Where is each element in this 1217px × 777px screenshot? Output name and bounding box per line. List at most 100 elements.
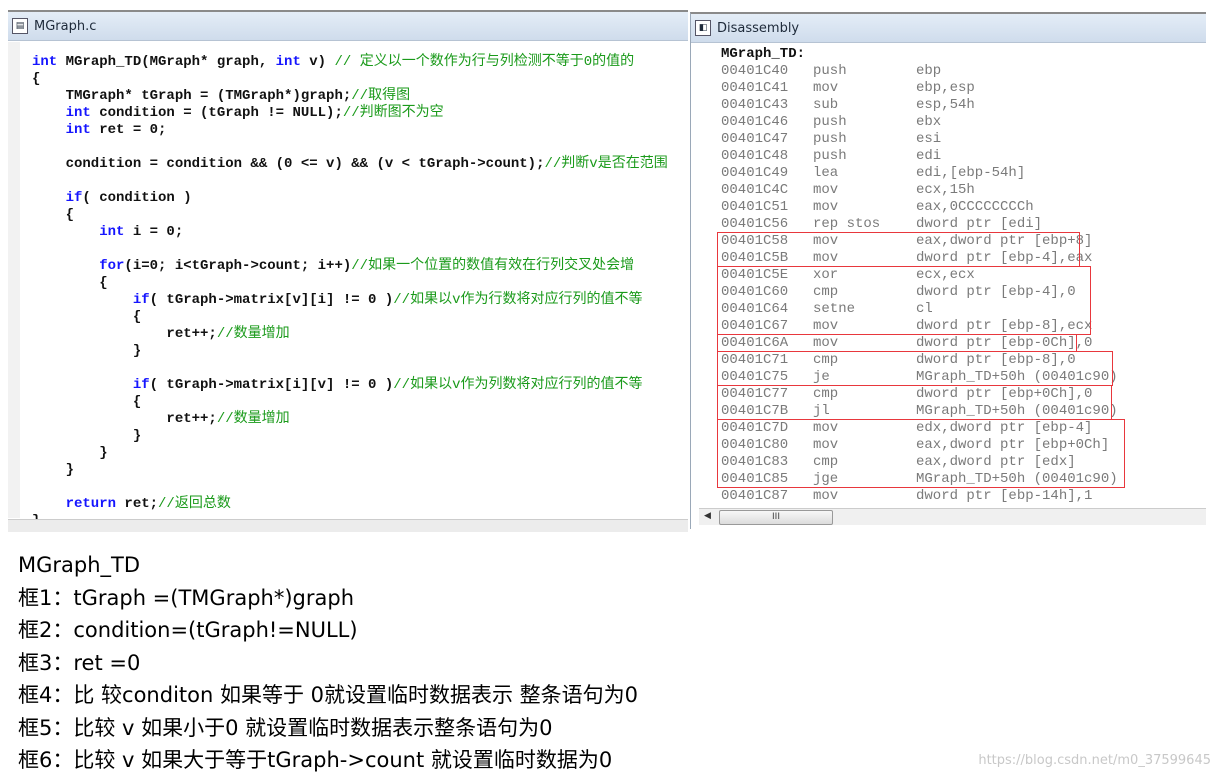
disassembly-window-icon: ◧ — [695, 20, 711, 36]
code-text: { — [32, 71, 41, 87]
comment: //取得图 — [351, 88, 411, 104]
asm-address: 00401C87 — [721, 488, 789, 504]
watermark: https://blog.csdn.net/m0_37599645 — [978, 753, 1211, 768]
asm-mnemonic: push — [813, 63, 847, 79]
code-text: TMGraph* tGraph = (TMGraph*)graph; — [32, 88, 352, 104]
asm-mnemonic: rep stos — [813, 216, 881, 232]
highlight-box — [717, 266, 1091, 335]
asm-operands: dword ptr [edi] — [916, 216, 1043, 232]
asm-line: 00401C87 mov dword ptr [ebp-14h],1 — [721, 488, 1092, 505]
explanation-notes: MGraph_TD 框1：tGraph =(TMGraph*)graph 框2：co… — [18, 549, 638, 777]
code-text: v) — [309, 54, 335, 70]
function-label: MGraph_TD: — [721, 46, 806, 62]
code-text: } — [32, 343, 142, 359]
code-line: int ret = 0; — [32, 122, 668, 139]
code-text: { — [32, 275, 108, 291]
asm-operands: esi — [916, 131, 942, 147]
highlight-box — [717, 334, 1077, 352]
code-line: int i = 0; — [32, 224, 668, 241]
scroll-left-arrow-icon[interactable]: ◀ — [704, 511, 711, 521]
keyword: if — [32, 292, 150, 308]
note-line: 框1：tGraph =(TMGraph*)graph — [18, 585, 354, 610]
comment: // 定义以一个数作为行与列检测不等于0的值的 — [334, 54, 635, 70]
comment: //如果以v作为行数将对应行列的值不等 — [393, 292, 643, 308]
code-text: ret = 0; — [99, 122, 167, 138]
asm-operands: ecx,15h — [916, 182, 975, 198]
code-text: ( condition ) — [82, 190, 192, 206]
code-text: { — [32, 309, 142, 325]
comment: //数量增加 — [216, 411, 290, 427]
asm-line: 00401C49 lea edi,[ebp-54h] — [721, 165, 1025, 182]
asm-mnemonic: mov — [813, 488, 839, 504]
asm-line: 00401C51 mov eax,0CCCCCCCCh — [721, 199, 1034, 216]
code-text: ret; — [124, 496, 159, 512]
editor-horizontal-scrollbar[interactable] — [8, 519, 688, 532]
file-icon: ▤ — [12, 18, 28, 34]
asm-address: 00401C4C — [721, 182, 789, 198]
disassembly-title: Disassembly — [717, 20, 800, 36]
keyword: return — [32, 496, 125, 512]
asm-operands: ebp — [916, 63, 942, 79]
asm-line: 00401C48 push edi — [721, 148, 941, 165]
editor-gutter — [8, 42, 20, 518]
highlight-box — [717, 385, 1112, 420]
note-line: 框5：比较 v 如果小于0 就设置临时数据表示整条语句为0 — [18, 715, 553, 740]
highlight-box — [717, 419, 1125, 488]
asm-line: 00401C4C mov ecx,15h — [721, 182, 975, 199]
asm-operands: edi — [916, 148, 942, 164]
code-line: int condition = (tGraph != NULL);//判断图不为… — [32, 105, 668, 122]
code-line: { — [32, 71, 668, 88]
code-text: condition = (tGraph != NULL); — [99, 105, 343, 121]
highlight-box — [717, 351, 1113, 386]
keyword: int — [275, 54, 310, 70]
comment: //判断图不为空 — [342, 105, 444, 121]
asm-mnemonic: lea — [813, 165, 839, 181]
asm-address: 00401C51 — [721, 199, 789, 215]
source-editor-titlebar: ▤ MGraph.c — [8, 12, 688, 41]
code-text: condition = condition && (0 <= v) && (v … — [32, 156, 545, 172]
code-line: { — [32, 207, 668, 224]
note-line: 框3：ret =0 — [18, 650, 141, 675]
source-editor-title: MGraph.c — [34, 18, 97, 34]
code-text: i = 0; — [132, 224, 184, 240]
scrollbar-thumb[interactable]: III — [719, 510, 833, 525]
code-text: (i=0; i<tGraph->count; i++) — [124, 258, 352, 274]
asm-mnemonic: push — [813, 114, 847, 130]
asm-line: 00401C41 mov ebp,esp — [721, 80, 975, 97]
code-line: return ret;//返回总数 — [32, 496, 668, 513]
note-line: 框2：condition=(tGraph!=NULL) — [18, 618, 358, 642]
asm-mnemonic: mov — [813, 80, 839, 96]
code-text: ( tGraph->matrix[i][v] != 0 ) — [149, 377, 394, 393]
code-line: { — [32, 275, 668, 292]
code-line: } — [32, 343, 668, 360]
code-line: } — [32, 428, 668, 445]
asm-line: 00401C56 rep stos dword ptr [edi] — [721, 216, 1042, 233]
keyword: int — [32, 105, 100, 121]
code-text: ( tGraph->matrix[v][i] != 0 ) — [149, 292, 394, 308]
code-line: { — [32, 309, 668, 326]
highlight-box — [717, 232, 1080, 267]
note-line: 框4：比 较conditon 如果等于 0就设置临时数据表示 整条语句为0 — [18, 683, 639, 707]
code-text: { — [32, 207, 75, 223]
source-editor-window: ▤ MGraph.c int MGraph_TD(MGraph* graph, … — [8, 10, 688, 532]
disassembly-horizontal-scrollbar[interactable]: ◀ III — [699, 508, 1206, 525]
source-code[interactable]: int MGraph_TD(MGraph* graph, int v) // 定… — [32, 54, 668, 530]
asm-operands: ebx — [916, 114, 942, 130]
disassembly-window: ◧ Disassembly MGraph_TD: 00401C40 push ebp… — [690, 12, 1206, 529]
asm-address: 00401C47 — [721, 131, 789, 147]
code-line: { — [32, 394, 668, 411]
code-line: } — [32, 462, 668, 479]
asm-line: 00401C46 push ebx — [721, 114, 941, 131]
asm-address: 00401C49 — [721, 165, 789, 181]
code-text: MGraph_TD(MGraph* graph, — [65, 54, 276, 70]
code-line: if( condition ) — [32, 190, 668, 207]
asm-line: 00401C47 push esi — [721, 131, 941, 148]
keyword: int — [32, 224, 133, 240]
comment: //如果一个位置的数值有效在行列交叉处会增 — [351, 258, 635, 274]
code-line: TMGraph* tGraph = (TMGraph*)graph;//取得图 — [32, 88, 668, 105]
code-line: if( tGraph->matrix[v][i] != 0 )//如果以v作为行… — [32, 292, 668, 309]
asm-operands: ebp,esp — [916, 80, 975, 96]
